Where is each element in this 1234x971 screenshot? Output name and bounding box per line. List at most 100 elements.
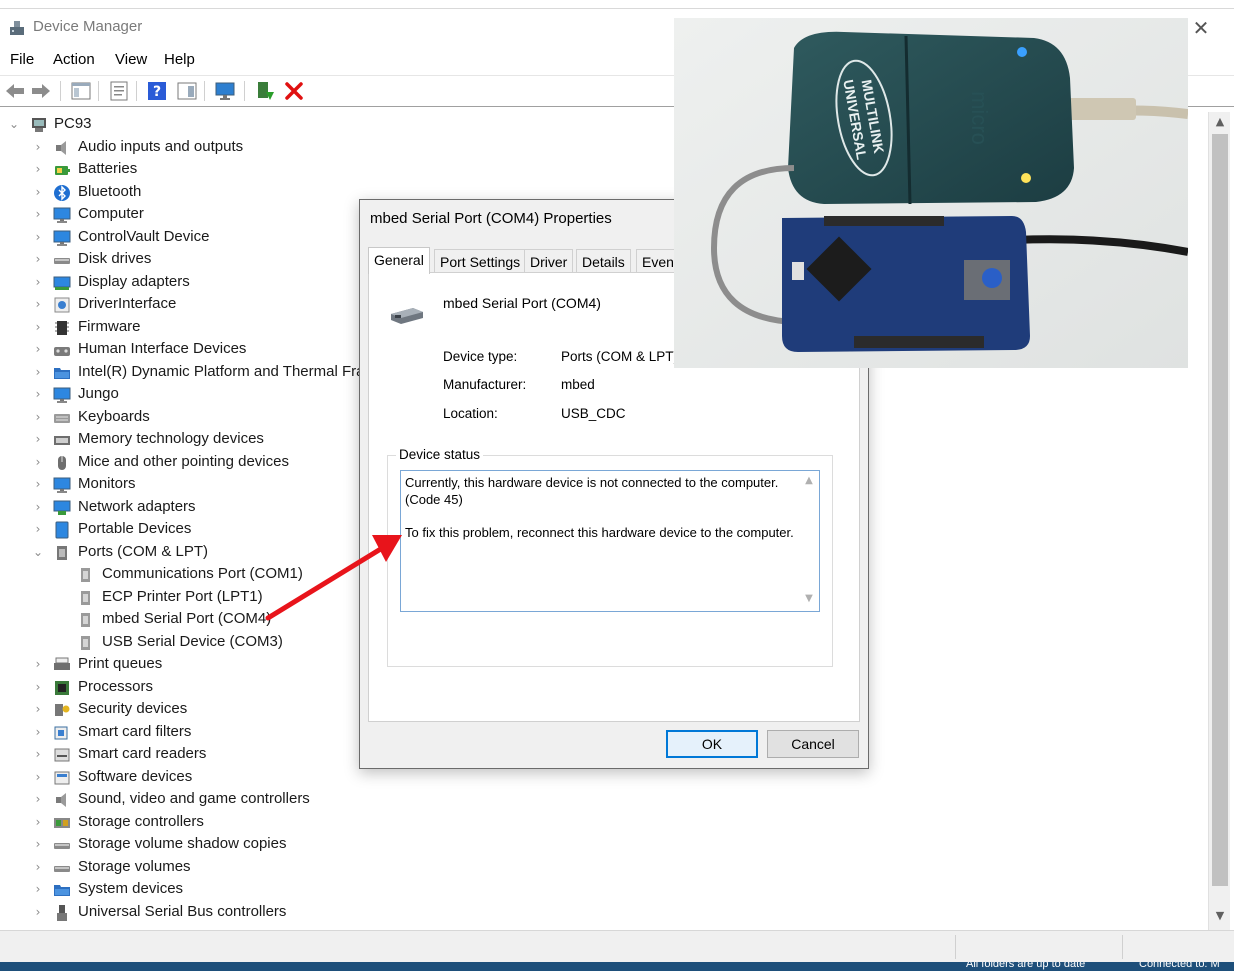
tab-details[interactable]: Details xyxy=(576,249,631,273)
menu-help[interactable]: Help xyxy=(164,51,195,68)
chevron-right-icon[interactable]: › xyxy=(32,432,44,446)
tree-item-storage-controllers[interactable]: › Storage controllers xyxy=(0,812,1200,834)
tree-scrollbar[interactable]: ▲ ▼ xyxy=(1208,112,1230,930)
tree-item-label: Audio inputs and outputs xyxy=(78,137,244,155)
properties-icon[interactable] xyxy=(108,80,130,102)
menu-action[interactable]: Action xyxy=(53,51,95,68)
chevron-right-icon[interactable]: › xyxy=(32,252,44,266)
help-icon[interactable]: ? xyxy=(146,80,168,102)
chevron-right-icon[interactable]: › xyxy=(32,680,44,694)
hardware-photo-drawing: MULTILINK UNIVERSAL micro xyxy=(674,18,1188,368)
chevron-right-icon[interactable]: › xyxy=(32,702,44,716)
probe-brand: micro xyxy=(967,91,992,145)
scroll-down-icon[interactable]: ▼ xyxy=(1209,909,1231,927)
chevron-right-icon[interactable]: › xyxy=(32,770,44,784)
chevron-right-icon[interactable]: › xyxy=(32,657,44,671)
status-scroll-up-icon[interactable]: ▲ xyxy=(799,475,819,486)
toolbar-separator xyxy=(244,81,245,101)
chevron-right-icon[interactable]: › xyxy=(32,837,44,851)
chevron-down-icon[interactable]: ⌄ xyxy=(32,545,44,559)
tree-item-label: Ports (COM & LPT) xyxy=(78,542,209,560)
chevron-right-icon[interactable]: › xyxy=(32,860,44,874)
tree-item-label: Storage volumes xyxy=(78,857,191,875)
tab-driver[interactable]: Driver xyxy=(524,249,574,273)
close-window-icon[interactable]: ✕ xyxy=(1188,15,1214,41)
chevron-right-icon[interactable]: › xyxy=(32,522,44,536)
status-separator xyxy=(1122,935,1123,959)
back-arrow-icon[interactable] xyxy=(4,80,26,102)
tree-item-label: Computer xyxy=(78,205,144,222)
tree-item-label: Monitors xyxy=(78,475,136,492)
tree-item-label: System devices xyxy=(78,880,184,897)
chevron-right-icon[interactable]: › xyxy=(32,320,44,334)
chevron-right-icon[interactable]: › xyxy=(32,792,44,806)
chevron-right-icon[interactable]: › xyxy=(32,297,44,311)
chevron-right-icon[interactable]: › xyxy=(32,162,44,176)
tree-item-storage-volume-shadow-copies[interactable]: › Storage volume shadow copies xyxy=(0,834,1200,856)
tree-item-label: Keyboards xyxy=(78,407,150,425)
tab-general[interactable]: General xyxy=(368,247,430,274)
chevron-right-icon[interactable]: › xyxy=(32,387,44,401)
chevron-down-icon[interactable]: ⌄ xyxy=(8,117,20,131)
show-hide-console-tree-icon[interactable] xyxy=(70,80,92,102)
dialog-title: mbed Serial Port (COM4) Properties xyxy=(370,210,612,227)
chevron-right-icon[interactable]: › xyxy=(32,140,44,154)
location-label: Location: xyxy=(443,406,498,421)
device-status-group: Device status Currently, this hardware d… xyxy=(387,447,833,667)
tree-item-label: Storage volume shadow copies xyxy=(78,835,287,852)
toolbar-separator xyxy=(98,81,99,101)
tree-item-label: mbed Serial Port (COM4) xyxy=(102,610,272,627)
device-name: mbed Serial Port (COM4) xyxy=(443,295,601,311)
chevron-right-icon[interactable]: › xyxy=(32,455,44,469)
scrollbar-thumb[interactable] xyxy=(1212,134,1228,886)
tree-item-label: USB Serial Device (COM3) xyxy=(102,632,283,650)
device-type-value: Ports (COM & LPT) xyxy=(561,349,679,364)
uninstall-device-icon[interactable] xyxy=(283,80,305,102)
scroll-up-icon[interactable]: ▲ xyxy=(1209,115,1231,133)
chevron-right-icon[interactable]: › xyxy=(32,882,44,896)
svg-text:micro: micro xyxy=(967,91,992,145)
tree-item-label: Smart card readers xyxy=(78,745,207,762)
tree-item-label: Mice and other pointing devices xyxy=(78,452,289,470)
tree-item-sound-video-and-game-controllers[interactable]: › Sound, video and game controllers xyxy=(0,789,1200,811)
status-connection-text: Connected to: M xyxy=(1139,962,1220,970)
chevron-right-icon[interactable]: › xyxy=(32,725,44,739)
tree-item-label: ECP Printer Port (LPT1) xyxy=(102,587,263,605)
update-driver-icon[interactable] xyxy=(254,80,276,102)
tree-item-label: Network adapters xyxy=(78,497,196,515)
scan-hardware-icon[interactable] xyxy=(214,80,236,102)
chevron-right-icon[interactable]: › xyxy=(32,410,44,424)
tree-item-label: DriverInterface xyxy=(78,295,177,312)
tree-item-label: Communications Port (COM1) xyxy=(102,565,303,582)
tree-item-label: Smart card filters xyxy=(78,722,192,740)
svg-text:?: ? xyxy=(153,84,161,100)
chevron-right-icon[interactable]: › xyxy=(32,747,44,761)
tab-port-settings[interactable]: Port Settings xyxy=(434,249,527,273)
window-title: Device Manager xyxy=(33,18,143,35)
board-header-top xyxy=(824,216,944,226)
probe-led-blue xyxy=(1017,47,1027,57)
chevron-right-icon[interactable]: › xyxy=(32,365,44,379)
chevron-right-icon[interactable]: › xyxy=(32,815,44,829)
chevron-right-icon[interactable]: › xyxy=(32,477,44,491)
tree-item-universal-serial-bus-controllers[interactable]: › Universal Serial Bus controllers xyxy=(0,902,1200,924)
menu-file[interactable]: File xyxy=(10,51,34,68)
chevron-right-icon[interactable]: › xyxy=(32,207,44,221)
chevron-right-icon[interactable]: › xyxy=(32,275,44,289)
chevron-right-icon[interactable]: › xyxy=(32,185,44,199)
tree-item-storage-volumes[interactable]: › Storage volumes xyxy=(0,857,1200,879)
device-status-textbox[interactable]: Currently, this hardware device is not c… xyxy=(400,470,820,612)
chevron-right-icon[interactable]: › xyxy=(32,500,44,514)
cancel-button[interactable]: Cancel xyxy=(767,730,859,758)
tree-item-system-devices[interactable]: › System devices xyxy=(0,879,1200,901)
chevron-right-icon[interactable]: › xyxy=(32,342,44,356)
action-pane-icon[interactable] xyxy=(176,80,198,102)
status-scrollbar[interactable]: ▲ ▼ xyxy=(799,471,819,611)
ok-button[interactable]: OK xyxy=(666,730,758,758)
chevron-right-icon[interactable]: › xyxy=(32,905,44,919)
forward-arrow-icon[interactable] xyxy=(30,80,52,102)
chevron-right-icon[interactable]: › xyxy=(32,230,44,244)
menu-view[interactable]: View xyxy=(115,51,147,68)
status-scroll-down-icon[interactable]: ▼ xyxy=(799,593,819,604)
tree-item-software-devices[interactable]: › Software devices xyxy=(0,767,1200,789)
